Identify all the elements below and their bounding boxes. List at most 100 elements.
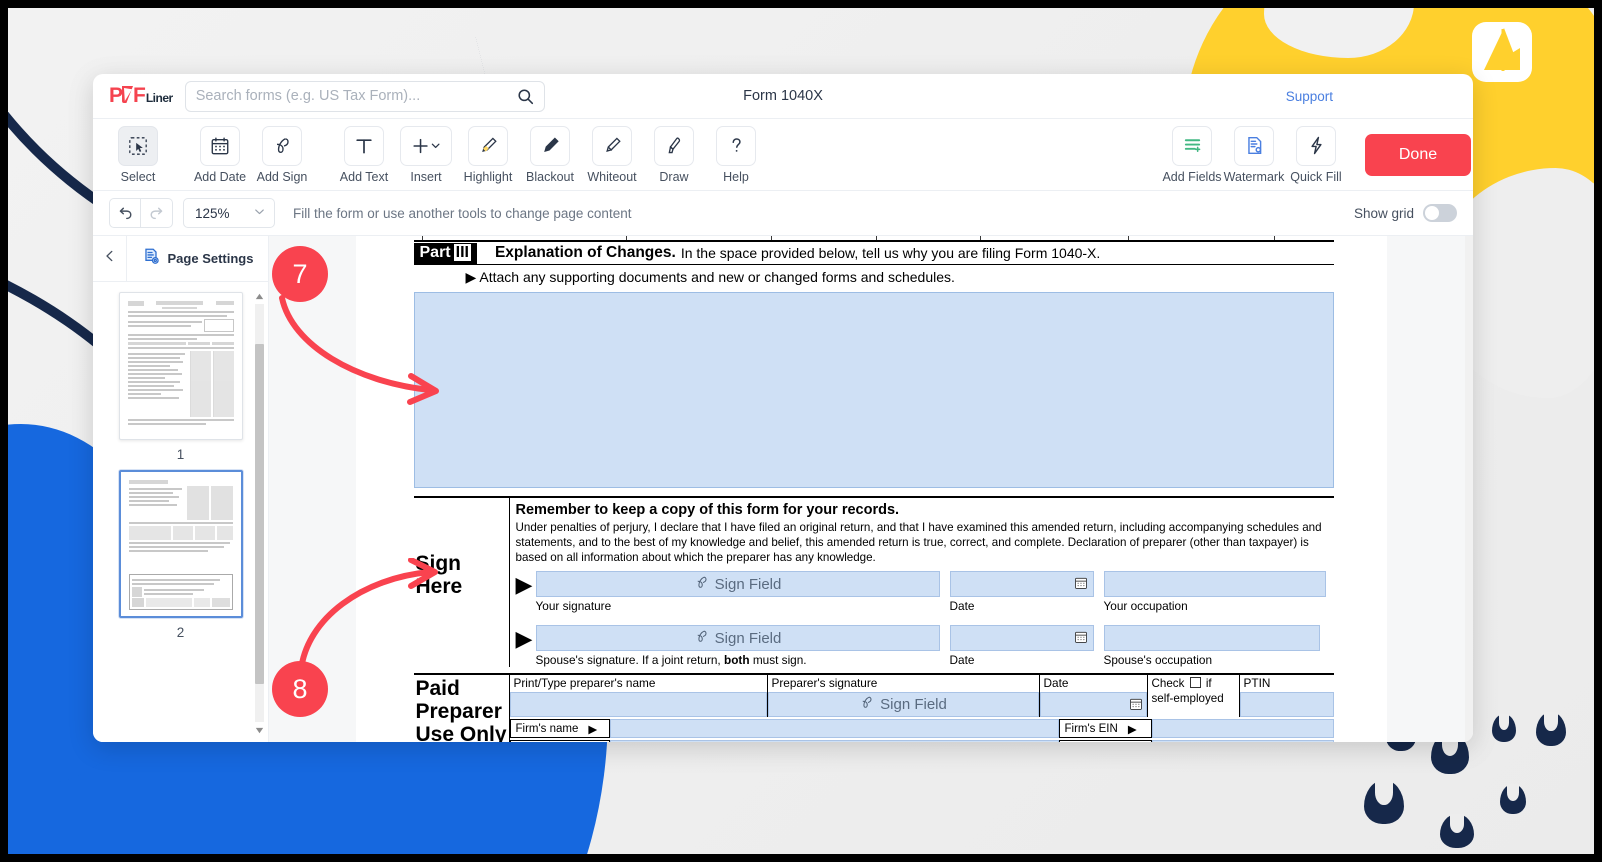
arrow-right-icon: ▶ — [588, 723, 598, 736]
navy-dot-decoration — [1500, 784, 1526, 814]
preparer-date-header: Date — [1043, 676, 1069, 691]
sign-here-label-column: Sign Here — [414, 498, 510, 668]
preparer-name-input[interactable] — [509, 692, 767, 718]
tool-group-left: Select Add Date Add Sign Add Text Insert… — [107, 125, 767, 184]
tool-highlight[interactable]: Highlight — [457, 125, 519, 184]
spouse-date-field[interactable] — [949, 625, 1094, 652]
firm-ein-input[interactable] — [1151, 719, 1334, 739]
show-grid-label: Show grid — [1353, 205, 1414, 221]
preparer-date-input[interactable] — [1039, 692, 1147, 718]
remember-copy-line: Remember to keep a copy of this form for… — [515, 502, 900, 518]
tool-add-date[interactable]: Add Date — [189, 125, 251, 184]
pdf-page-content: Part III Explanation of Changes. In the s… — [413, 236, 1334, 742]
page-thumbnail-number: 1 — [176, 447, 185, 462]
tool-add-sign[interactable]: Add Sign — [251, 125, 313, 184]
page-thumbnail-item[interactable]: 1 — [93, 292, 268, 462]
scrollbar-track[interactable] — [255, 304, 264, 722]
calendar-icon[interactable] — [1074, 576, 1088, 595]
pdfliner-logo[interactable]: P F Liner — [109, 84, 173, 108]
firm-name-label: Firm's name ▶ — [509, 719, 610, 739]
tool-label: Add Date — [193, 169, 247, 184]
sign-here-line-2: Here — [415, 574, 463, 598]
navy-dot-decoration — [1364, 780, 1404, 824]
search-input[interactable] — [195, 88, 517, 104]
spouse-occupation-field[interactable] — [1103, 625, 1320, 652]
signature-pen-icon — [859, 695, 874, 714]
explanation-text-field[interactable] — [413, 292, 1334, 488]
tool-insert[interactable]: Insert — [395, 125, 457, 184]
arrow-right-icon: ▶ — [1127, 723, 1137, 736]
your-date-field-col: Date — [949, 571, 1094, 614]
logo-text-f: F — [133, 84, 146, 107]
tool-draw[interactable]: Draw — [643, 125, 705, 184]
preparer-ptin-cell: PTIN — [1239, 675, 1334, 718]
self-employed-checkbox[interactable] — [1189, 677, 1201, 689]
paid-preparer-table: Print/Type preparer's name Preparer's si… — [509, 675, 1334, 742]
tool-whiteout[interactable]: Whiteout — [581, 125, 643, 184]
navy-dot-decoration — [1536, 712, 1566, 746]
preparer-ptin-input[interactable] — [1239, 692, 1334, 718]
preparer-name-cell: Print/Type preparer's name — [509, 675, 768, 718]
action-bar: 125% Fill the form or use another tools … — [93, 191, 1473, 236]
sign-field-label: Sign Field — [880, 696, 947, 714]
check-label-c: self-employed — [1151, 691, 1224, 705]
tool-add-fields[interactable]: Add Fields — [1161, 125, 1223, 184]
sidebar-collapse-button[interactable] — [93, 236, 127, 281]
pdf-page[interactable]: Part III Explanation of Changes. In the s… — [355, 236, 1387, 742]
search-box[interactable] — [184, 80, 545, 112]
page-thumbnail-1[interactable] — [118, 292, 243, 440]
tool-quick-fill[interactable]: Quick Fill — [1285, 125, 1347, 184]
page-thumbnail-2[interactable] — [118, 470, 243, 618]
done-button[interactable]: Done — [1365, 133, 1471, 176]
your-date-caption: Date — [949, 599, 975, 614]
signature-arrow-icon: ▶ — [515, 572, 533, 598]
preparer-date-cell: Date — [1039, 675, 1148, 718]
spouse-signature-field-col: Sign Field Spouse's signature. If a join… — [535, 625, 940, 667]
sign-here-section: Sign Here Remember to keep a copy of thi… — [413, 496, 1334, 668]
your-occupation-field[interactable] — [1103, 571, 1326, 598]
tool-blackout[interactable]: Blackout — [519, 125, 581, 184]
tool-label: Draw — [659, 169, 689, 184]
search-icon[interactable] — [517, 88, 534, 105]
support-link[interactable]: Support — [1286, 89, 1333, 104]
viewer-scrollbar[interactable] — [1465, 236, 1473, 742]
firm-address-input[interactable] — [609, 740, 1059, 742]
zoom-select[interactable]: 125% — [183, 198, 275, 228]
tool-help[interactable]: Help — [705, 125, 767, 184]
pdf-viewer[interactable]: Part III Explanation of Changes. In the s… — [269, 236, 1473, 742]
form-top-tick-marks — [414, 236, 1334, 240]
preparer-signature-sign-field[interactable]: Sign Field — [767, 692, 1039, 718]
page-settings-button[interactable]: Page Settings — [127, 236, 268, 281]
redo-button[interactable] — [141, 198, 173, 228]
calendar-icon[interactable] — [1074, 630, 1088, 649]
paid-preparer-section: Paid Preparer Use Only Print/Type prepar… — [413, 673, 1334, 742]
tool-select[interactable]: Select — [107, 125, 169, 184]
thumbnails-scrollbar[interactable] — [255, 290, 264, 736]
your-signature-sign-field[interactable]: Sign Field — [535, 571, 940, 598]
tool-watermark[interactable]: Watermark — [1223, 125, 1285, 184]
cursor-select-icon — [118, 125, 158, 166]
tool-group-right: Add Fields Watermark Quick Fill — [1161, 125, 1347, 184]
calendar-icon[interactable] — [1129, 697, 1143, 716]
your-signature-field-col: Sign Field Your signature — [535, 571, 940, 613]
scroll-down-arrow-icon[interactable] — [255, 724, 264, 736]
part-3-title: Explanation of Changes. — [494, 244, 676, 261]
firm-name-input[interactable] — [609, 719, 1059, 739]
check-label-a: Check — [1151, 677, 1185, 691]
preparer-self-employed-cell[interactable]: Check if self-employed — [1148, 675, 1240, 718]
paid-preparer-label: Paid Preparer Use Only — [414, 675, 510, 742]
signature-pen-icon — [262, 125, 302, 166]
show-grid-toggle[interactable] — [1423, 204, 1457, 222]
scroll-up-arrow-icon[interactable] — [255, 290, 264, 302]
scrollbar-thumb[interactable] — [255, 344, 264, 684]
attach-documents-line: ▶ Attach any supporting documents and ne… — [465, 269, 955, 285]
undo-button[interactable] — [109, 198, 141, 228]
phone-input[interactable] — [1151, 740, 1334, 742]
signature-pen-icon — [694, 575, 709, 594]
spouse-signature-sign-field[interactable]: Sign Field — [535, 625, 940, 652]
page-thumbnail-item[interactable]: 2 — [93, 470, 268, 640]
your-date-field[interactable] — [949, 571, 1094, 598]
preparer-header-row: Print/Type preparer's name Preparer's si… — [509, 675, 1334, 718]
tool-add-text[interactable]: Add Text — [333, 125, 395, 184]
tool-label: Watermark — [1223, 169, 1285, 184]
